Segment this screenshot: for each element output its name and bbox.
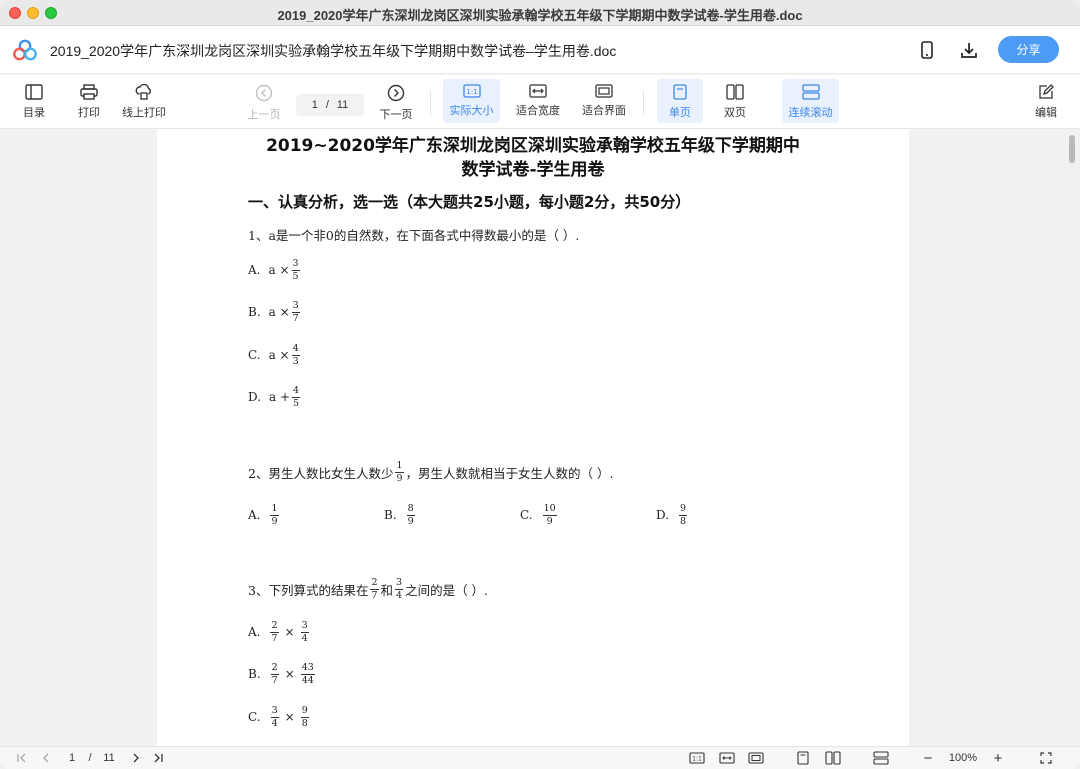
- toc-label: 目录: [23, 107, 45, 119]
- toolbar-divider: [643, 91, 644, 115]
- last-page-icon[interactable]: [150, 750, 166, 766]
- doc-title-line1: 2019~2020学年广东深圳龙岗区深圳实验承翰学校五年级下学期期中: [266, 136, 800, 156]
- online-print-button[interactable]: 线上打印: [118, 79, 170, 123]
- status-page-separator: /: [88, 752, 92, 764]
- double-page-icon[interactable]: [824, 750, 842, 766]
- status-page-current[interactable]: 1: [64, 750, 80, 766]
- edit-icon: [1039, 84, 1054, 99]
- doc-title-line2: 数学试卷-学生用卷: [461, 160, 605, 180]
- fit-width-button[interactable]: 适合宽度: [510, 79, 566, 123]
- question-1-stem: 1、a是一个非0的自然数，在下面各式中得数最小的是（ ）.: [248, 228, 580, 243]
- fit-width-icon: [529, 84, 547, 98]
- toc-icon: [25, 84, 43, 100]
- online-print-label: 线上打印: [122, 107, 166, 119]
- continuous-scroll-label: 连续滚动: [788, 107, 833, 119]
- section-heading: 一、认真分析，选一选（本大题共25小题，每小题2分，共50分）: [248, 193, 691, 211]
- app-header: 2019_2020学年广东深圳龙岗区深圳实验承翰学校五年级下学期期中数学试卷–学…: [0, 26, 1080, 74]
- svg-text:1:1: 1:1: [692, 756, 702, 763]
- question-3-stem: 3、下列算式的结果在 27 和 34 之间的是（ ）.: [248, 577, 489, 601]
- q2-option-a: A. 19: [248, 503, 279, 527]
- toc-button[interactable]: 目录: [14, 79, 54, 123]
- next-page-label: 下一页: [379, 109, 413, 121]
- mobile-icon[interactable]: [916, 39, 938, 61]
- first-page-icon[interactable]: [14, 750, 30, 766]
- q2-option-d: D. 98: [656, 503, 688, 527]
- window-title: 2019_2020学年广东深圳龙岗区深圳实验承翰学校五年级下学期期中数学试卷-学…: [277, 8, 803, 23]
- continuous-scroll-icon[interactable]: [872, 750, 890, 766]
- download-icon[interactable]: [958, 39, 980, 61]
- actual-size-icon[interactable]: 1:1: [688, 750, 706, 766]
- actual-size-button[interactable]: 1:1 实际大小: [443, 79, 500, 123]
- zoom-level: 100%: [948, 752, 978, 764]
- chevron-left-circle-icon: [255, 84, 273, 102]
- fit-width-icon[interactable]: [718, 750, 736, 766]
- fit-screen-icon[interactable]: [747, 750, 765, 766]
- app-window: 2019_2020学年广东深圳龙岗区深圳实验承翰学校五年级下学期期中数学试卷-学…: [0, 0, 1080, 769]
- document-title: 2019_2020学年广东深圳龙岗区深圳实验承翰学校五年级下学期期中数学试卷–学…: [50, 43, 617, 59]
- fullscreen-icon[interactable]: [1038, 750, 1054, 766]
- page-total: 11: [336, 99, 349, 111]
- page-separator: /: [325, 99, 329, 111]
- printer-icon: [80, 84, 98, 100]
- double-page-label: 双页: [724, 107, 746, 119]
- single-page-icon[interactable]: [795, 750, 811, 766]
- prev-page-label: 上一页: [247, 109, 281, 121]
- edit-button[interactable]: 编辑: [1026, 79, 1066, 123]
- continuous-scroll-icon: [801, 84, 820, 100]
- share-button[interactable]: 分享: [998, 36, 1059, 63]
- cloud-print-icon: [135, 84, 151, 100]
- actual-size-icon: 1:1: [462, 84, 481, 98]
- edit-label: 编辑: [1035, 107, 1057, 119]
- fit-screen-label: 适合界面: [582, 105, 626, 117]
- prev-page-icon[interactable]: [38, 750, 54, 766]
- single-page-label: 单页: [669, 107, 691, 119]
- prev-page-button[interactable]: 上一页: [244, 79, 284, 123]
- q3-option-b: B. 27 × 43 44: [248, 662, 315, 686]
- q1-option-c: C. a × 43: [248, 343, 300, 367]
- chevron-right-circle-icon: [387, 84, 405, 102]
- q1-option-d: D. a + 45: [248, 385, 301, 409]
- continuous-scroll-button[interactable]: 连续滚动: [782, 79, 839, 123]
- double-page-icon: [726, 84, 744, 100]
- question-2-stem: 2、男生人数比女生人数少 19 ，男生人数就相当于女生人数的（ ）.: [248, 460, 614, 484]
- document-page: 2019~2020学年广东深圳龙岗区深圳实验承翰学校五年级下学期期中 数学试卷-…: [157, 129, 909, 746]
- print-label: 打印: [78, 107, 100, 119]
- single-page-icon: [673, 84, 687, 100]
- document-viewport[interactable]: 2019~2020学年广东深圳龙岗区深圳实验承翰学校五年级下学期期中 数学试卷-…: [0, 129, 1080, 746]
- zoom-in-button[interactable]: +: [990, 750, 1006, 767]
- vertical-scrollbar[interactable]: [1069, 135, 1075, 163]
- q2-option-b: B. 89: [384, 503, 415, 527]
- q3-option-c: C. 34 × 98: [248, 705, 309, 729]
- title-bar: 2019_2020学年广东深圳龙岗区深圳实验承翰学校五年级下学期期中数学试卷-学…: [0, 0, 1080, 26]
- toolbar-divider: [430, 91, 431, 115]
- toolbar: 目录 打印 线上打印 上一页 1 / 11 下一页 1:1 实际大小 适合宽度 …: [0, 75, 1080, 129]
- fit-width-label: 适合宽度: [516, 105, 560, 117]
- single-page-button[interactable]: 单页: [657, 79, 703, 123]
- page-number-field[interactable]: 1 / 11: [296, 94, 364, 116]
- next-page-icon[interactable]: [128, 750, 144, 766]
- fit-screen-button[interactable]: 适合界面: [576, 79, 632, 123]
- q2-option-c: C. 10 9: [520, 503, 557, 527]
- app-logo-icon: [13, 39, 37, 61]
- fit-screen-icon: [595, 84, 613, 98]
- q3-option-a: A. 27 × 34: [248, 620, 309, 644]
- zoom-out-button[interactable]: −: [920, 750, 936, 767]
- actual-size-label: 实际大小: [449, 105, 494, 117]
- q1-option-a: A. a × 35: [248, 258, 300, 282]
- status-bar: 1 / 11 1:1 − 100% +: [0, 746, 1080, 769]
- svg-text:1:1: 1:1: [466, 88, 477, 96]
- double-page-button[interactable]: 双页: [712, 79, 758, 123]
- print-button[interactable]: 打印: [69, 79, 109, 123]
- next-page-button[interactable]: 下一页: [376, 79, 416, 123]
- page-current: 1: [311, 99, 318, 111]
- q1-option-b: B. a × 37: [248, 300, 300, 324]
- status-page-total: 11: [103, 752, 115, 764]
